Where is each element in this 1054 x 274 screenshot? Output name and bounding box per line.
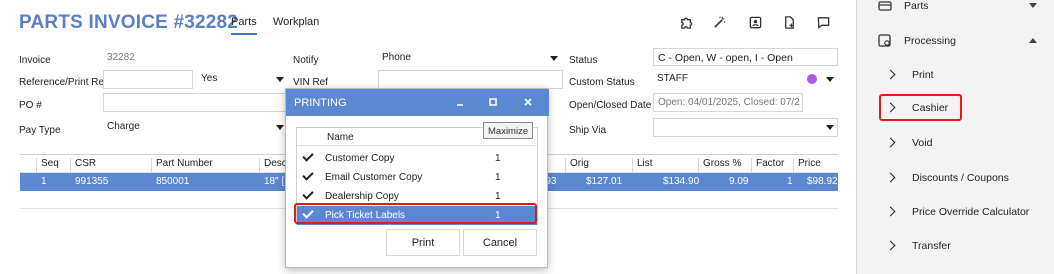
action-print[interactable]: Print xyxy=(912,69,934,81)
checkmark-icon[interactable] xyxy=(302,169,314,181)
vin-ref-field[interactable] xyxy=(378,70,563,89)
chevron-down-icon[interactable] xyxy=(1029,3,1037,8)
cell-price: $98.92 xyxy=(807,176,838,187)
chevron-right-icon xyxy=(885,172,896,183)
cell-list: $134.90 xyxy=(663,176,700,187)
status-color-dot xyxy=(807,74,817,84)
pick-ticket-highlight xyxy=(294,203,537,224)
maximize-tooltip: Maximize xyxy=(483,122,534,139)
po-field[interactable] xyxy=(103,93,288,112)
chevron-right-icon xyxy=(885,206,896,217)
action-transfer[interactable]: Transfer xyxy=(912,240,951,252)
cell-seq: 1 xyxy=(41,176,47,187)
chevron-down-icon[interactable] xyxy=(276,125,284,130)
status-label: Status xyxy=(569,55,598,66)
column-header-seq[interactable]: Seq xyxy=(36,158,59,172)
open-closed-date-label: Open/Closed Date xyxy=(569,100,652,111)
column-header-factor[interactable]: Factor xyxy=(751,158,784,172)
cell-csr: 991355 xyxy=(75,176,109,187)
action-discounts-coupons[interactable]: Discounts / Coupons xyxy=(912,172,1009,184)
vin-ref-label: VIN Ref xyxy=(293,77,329,88)
column-header-list[interactable]: List xyxy=(632,158,653,172)
comment-icon[interactable] xyxy=(815,14,831,30)
column-header-part-number[interactable]: Part Number xyxy=(151,158,213,172)
notify-select[interactable]: Phone xyxy=(378,49,563,68)
checkmark-icon[interactable] xyxy=(302,188,314,200)
option-quantity: 1 xyxy=(495,172,501,183)
cell-orig: $127.01 xyxy=(586,176,623,187)
actions-panel: Parts Processing Print Cashier Void Disc… xyxy=(858,0,1054,274)
printing-dialog: PRINTING Name Customer Copy 1 Email Cust… xyxy=(285,88,549,268)
invoice-label: Invoice xyxy=(19,55,51,66)
chevron-right-icon xyxy=(885,69,896,80)
cell-description: 18" [ xyxy=(264,176,285,187)
dialog-title-bar[interactable]: PRINTING xyxy=(286,89,549,116)
chevron-up-icon[interactable] xyxy=(1029,38,1037,43)
column-header-orig[interactable]: Orig xyxy=(565,158,589,172)
invoice-header: PARTS INVOICE #32282 Parts Workplan xyxy=(0,0,857,44)
cancel-button[interactable]: Cancel xyxy=(463,229,537,256)
pay-type-label: Pay Type xyxy=(19,125,61,136)
id-card-icon[interactable] xyxy=(747,14,763,30)
minimize-icon[interactable] xyxy=(453,95,467,109)
section-parts[interactable]: Parts xyxy=(904,0,929,12)
ship-via-label: Ship Via xyxy=(569,125,607,136)
column-header-gross[interactable]: Gross % xyxy=(698,158,741,172)
tab-parts[interactable]: Parts xyxy=(231,16,257,35)
list-item[interactable]: Customer Copy 1 xyxy=(297,149,537,168)
option-quantity: 1 xyxy=(495,191,501,202)
page-title: PARTS INVOICE #32282 xyxy=(19,12,239,33)
chevron-right-icon xyxy=(885,137,896,148)
cell-part-number: 850001 xyxy=(156,176,190,187)
magic-wand-icon[interactable] xyxy=(711,14,727,30)
option-name: Email Customer Copy xyxy=(325,172,423,183)
tab-workplan[interactable]: Workplan xyxy=(273,16,319,28)
notify-label: Notify xyxy=(293,55,319,66)
option-quantity: 1 xyxy=(495,153,501,164)
chevron-right-icon xyxy=(885,240,896,251)
list-item[interactable]: Email Customer Copy 1 xyxy=(297,168,537,187)
chevron-down-icon[interactable] xyxy=(276,77,284,82)
action-void[interactable]: Void xyxy=(912,137,932,149)
processing-icon xyxy=(878,34,891,47)
po-label: PO # xyxy=(19,100,42,111)
ship-via-select[interactable] xyxy=(653,118,838,137)
chevron-down-icon[interactable] xyxy=(826,125,834,130)
chevron-down-icon[interactable] xyxy=(550,56,558,61)
pay-type-select[interactable]: Charge xyxy=(103,118,288,137)
option-name: Customer Copy xyxy=(325,153,395,164)
reference-field[interactable] xyxy=(103,70,193,89)
checkmark-icon[interactable] xyxy=(302,150,314,162)
custom-status-label: Custom Status xyxy=(569,77,635,88)
chevron-down-icon[interactable] xyxy=(826,77,834,82)
add-document-icon[interactable] xyxy=(781,14,797,30)
print-button[interactable]: Print xyxy=(386,229,460,256)
column-header-price[interactable]: Price xyxy=(793,158,821,172)
cashier-highlight xyxy=(879,94,962,121)
invoice-field: 32282 xyxy=(103,49,278,68)
maximize-icon[interactable] xyxy=(486,95,500,109)
close-icon[interactable] xyxy=(521,95,535,109)
option-name: Dealership Copy xyxy=(325,191,399,202)
cell-factor: 1 xyxy=(787,176,793,187)
cell-gross: 9.09 xyxy=(729,176,749,187)
printer-icon xyxy=(878,1,892,11)
app: PARTS INVOICE #32282 Parts Workplan Invo… xyxy=(0,0,1054,274)
column-header-description[interactable]: Desc xyxy=(259,158,287,172)
column-header-csr[interactable]: CSR xyxy=(70,158,96,172)
dialog-title: PRINTING xyxy=(294,97,347,109)
reference-label: Reference/Print Ref xyxy=(19,77,107,88)
open-closed-date-field: Open: 04/01/2025, Closed: 07/2 xyxy=(653,93,803,112)
action-price-override-calculator[interactable]: Price Override Calculator xyxy=(912,206,1029,218)
puzzle-icon[interactable] xyxy=(678,14,694,30)
status-field[interactable]: C - Open, W - open, I - Open xyxy=(653,48,838,66)
section-processing[interactable]: Processing xyxy=(904,35,956,47)
